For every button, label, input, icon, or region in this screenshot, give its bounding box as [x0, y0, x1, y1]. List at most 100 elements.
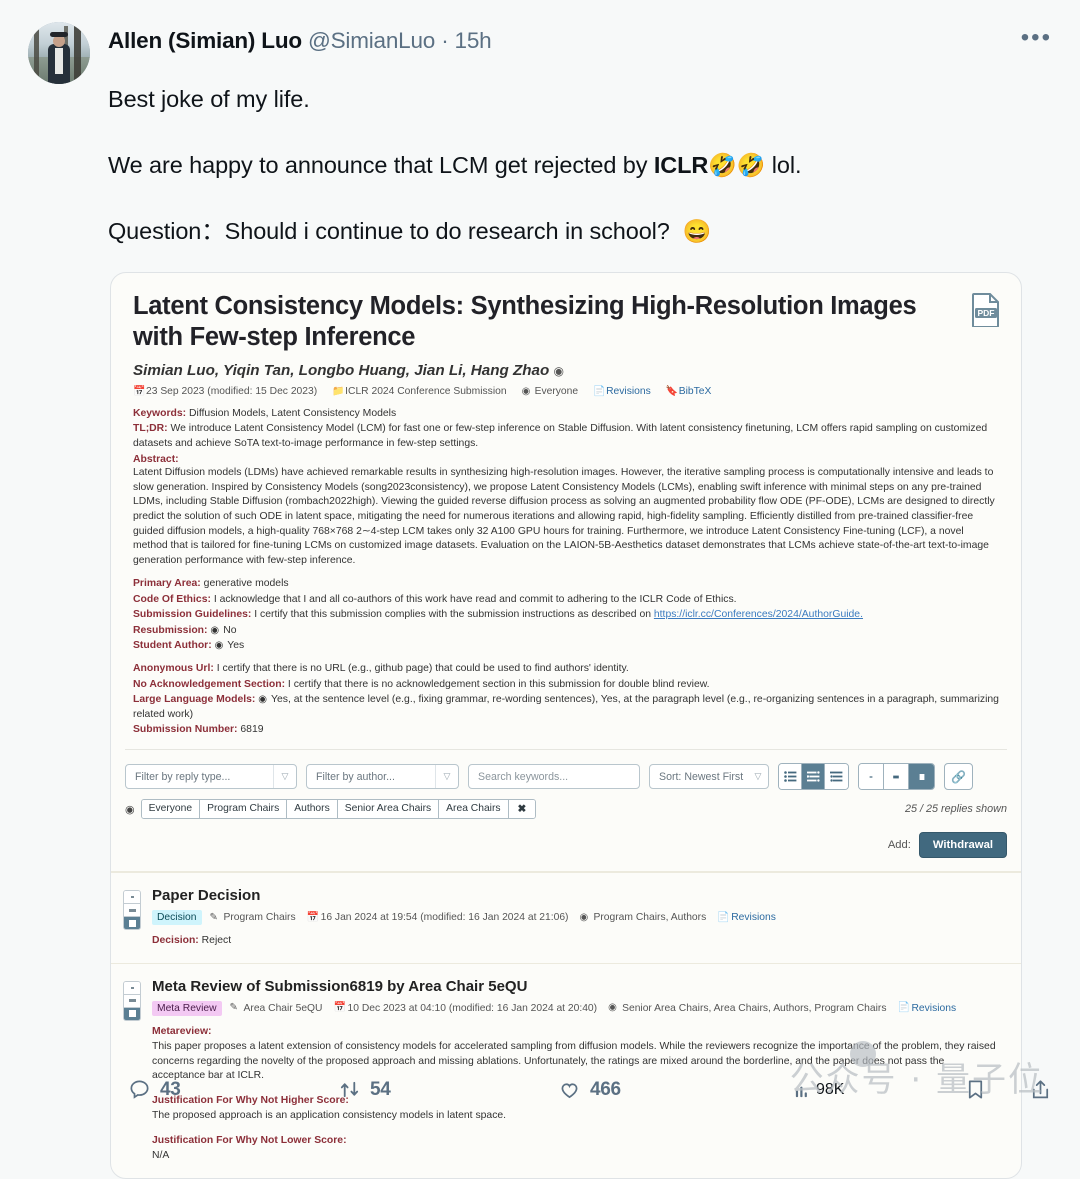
field-tldr-value: We introduce Latent Consistency Model (L…: [133, 423, 988, 449]
discussion-readers-text: Program Chairs, Authors: [593, 912, 707, 924]
withdrawal-button[interactable]: Withdrawal: [918, 832, 1007, 859]
chip-everyone[interactable]: Everyone: [141, 800, 201, 819]
paper-meta-line: 📅 23 Sep 2023 (modified: 15 Dec 2023) 📁 …: [133, 386, 999, 397]
discussion-revisions-link[interactable]: 📄 Revisions: [898, 1003, 957, 1014]
thread-level-1-button[interactable]: [124, 891, 140, 905]
avatar[interactable]: [28, 22, 90, 84]
filter-reply-type-select[interactable]: Filter by reply type... ▽: [125, 764, 297, 790]
paper-title[interactable]: Latent Consistency Models: Synthesizing …: [133, 291, 999, 353]
paper-bibtex-text: BibTeX: [678, 386, 712, 397]
list-threaded-view-button[interactable]: [825, 764, 848, 790]
sort-select[interactable]: Sort: Newest First ▽: [649, 764, 769, 790]
tweet-line-2-bold: ICLR: [653, 152, 709, 178]
eye-icon: ◉: [579, 911, 589, 923]
discussion-revisions-link[interactable]: 📄 Revisions: [717, 912, 776, 923]
grin-emoji: 😄: [682, 218, 712, 244]
paper-authors: Simian Luo, Yiqin Tan, Longbo Huang, Jia…: [133, 362, 999, 379]
abstract-text: Latent Diffusion models (LDMs) have achi…: [133, 467, 995, 566]
author-guide-link[interactable]: https://iclr.cc/Conferences/2024/AuthorG…: [654, 609, 863, 620]
tweet-card: Allen (Simian) Luo @SimianLuo · 15h ••• …: [0, 0, 1080, 1179]
calendar-icon: 📅: [306, 911, 320, 923]
pencil-icon: ✎: [229, 1002, 238, 1014]
tweet-timestamp[interactable]: 15h: [455, 28, 492, 53]
discussion-section-label: Decision:: [152, 935, 199, 947]
field-no-acknowledgement-key: No Acknowledgement Section:: [133, 678, 286, 690]
thread-level-2-button[interactable]: [124, 904, 140, 918]
thread-level-1-button[interactable]: [124, 981, 140, 995]
field-resubmission: Resubmission: ◉ No: [133, 624, 999, 638]
filter-author-select[interactable]: Filter by author... ▽: [306, 764, 459, 790]
heart-icon: [561, 1083, 578, 1099]
discussion-item-body: Paper Decision Decision ✎ Program Chairs…: [152, 887, 999, 948]
thread-level-3-button[interactable]: [124, 917, 140, 930]
permalink-icon[interactable]: 🔗: [944, 763, 973, 791]
bookmark-action[interactable]: [964, 1078, 987, 1101]
views-action[interactable]: 98K: [793, 1078, 844, 1101]
retweet-action[interactable]: 54: [338, 1078, 558, 1101]
chevron-down-icon: ▽: [281, 771, 289, 782]
reply-action[interactable]: 43: [128, 1078, 338, 1101]
bookmark-icon: [968, 1080, 983, 1099]
field-keywords: Keywords: Diffusion Models, Latent Consi…: [133, 407, 999, 421]
filter-author-label: Filter by author...: [316, 770, 395, 783]
discussion-date: 📅 16 Jan 2024 at 19:54 (modified: 16 Jan…: [307, 912, 569, 923]
thread-level-control[interactable]: [123, 890, 141, 931]
discussion-signature-text: Program Chairs: [223, 912, 296, 924]
discussion-title[interactable]: Meta Review of Submission6819 by Area Ch…: [152, 978, 999, 995]
field-keywords-key: Keywords:: [133, 408, 187, 419]
status-badge: Decision: [152, 910, 202, 926]
thread-level-control[interactable]: [123, 980, 141, 1021]
chip-senior-area-chairs[interactable]: Senior Area Chairs: [337, 800, 440, 819]
reply-icon: [130, 1080, 149, 1099]
field-student-author: Student Author: ◉ Yes: [133, 639, 999, 653]
analytics-icon: [795, 1086, 807, 1098]
discussion-section-text: The proposed approach is an application …: [152, 1110, 507, 1122]
chip-area-chairs[interactable]: Area Chairs: [439, 800, 509, 819]
discussion-item-meta-review[interactable]: Meta Review of Submission6819 by Area Ch…: [111, 962, 1021, 1178]
abstract-label: Abstract:: [133, 454, 179, 466]
list-flat-view-button[interactable]: [779, 764, 802, 790]
discussion-item-paper-decision[interactable]: Paper Decision Decision ✎ Program Chairs…: [111, 872, 1021, 962]
author-handle[interactable]: @SimianLuo: [308, 28, 435, 53]
field-large-language-models: Large Language Models: ◉ Yes, at the sen…: [133, 693, 999, 722]
more-options-icon[interactable]: •••: [1021, 26, 1052, 50]
pdf-icon[interactable]: PDF: [971, 293, 1001, 327]
list-nested-view-button[interactable]: [802, 764, 825, 790]
discussion-date: 📅 10 Dec 2023 at 04:10 (modified: 16 Jan…: [334, 1003, 598, 1014]
discussion-title[interactable]: Paper Decision: [152, 887, 999, 904]
sort-select-label: Sort: Newest First: [659, 770, 744, 783]
density-compact-button[interactable]: [859, 764, 884, 790]
discussion-signature-text: Area Chair 5eQU: [243, 1002, 323, 1014]
chip-authors[interactable]: Authors: [287, 800, 338, 819]
chevron-down-icon: ▽: [754, 771, 762, 782]
chip-program-chairs[interactable]: Program Chairs: [200, 800, 288, 819]
tweet-action-bar: 43 54 466 98K: [128, 1078, 1052, 1101]
paper-revisions-link[interactable]: 📄 Revisions: [593, 386, 651, 397]
author-line: Allen (Simian) Luo @SimianLuo · 15h: [108, 22, 1052, 54]
share-action[interactable]: [1029, 1078, 1052, 1101]
author-display-name[interactable]: Allen (Simian) Luo: [108, 28, 302, 53]
field-large-language-models-key: Large Language Models:: [133, 694, 256, 706]
search-keywords-input[interactable]: Search keywords...: [468, 764, 640, 790]
meta-separator: ·: [441, 28, 449, 53]
eye-icon: ◉: [521, 385, 531, 397]
like-action[interactable]: 466: [558, 1078, 793, 1101]
view-mode-button-group: [778, 763, 849, 791]
field-submission-number: Submission Number: 6819: [133, 723, 999, 737]
openreview-embed-card[interactable]: Latent Consistency Models: Synthesizing …: [110, 272, 1022, 1179]
discussion-readers-text: Senior Area Chairs, Area Chairs, Authors…: [622, 1002, 887, 1014]
density-medium-button[interactable]: [884, 764, 909, 790]
eye-icon: ◉: [214, 640, 224, 651]
thread-level-3-button[interactable]: [124, 1007, 140, 1020]
thread-level-2-button[interactable]: [124, 994, 140, 1008]
field-no-acknowledgement: No Acknowledgement Section: I certify th…: [133, 678, 999, 692]
eye-icon: ◉: [210, 624, 220, 636]
svg-text:PDF: PDF: [978, 308, 995, 318]
tweet-header: Allen (Simian) Luo @SimianLuo · 15h: [28, 22, 1052, 84]
paper-bibtex-link[interactable]: 🔖 BibTeX: [666, 386, 712, 397]
density-expanded-button[interactable]: [909, 764, 934, 790]
revisions-icon: 📄: [593, 385, 606, 397]
clear-filters-icon[interactable]: ✖: [508, 800, 536, 819]
view-count: 98K: [816, 1080, 845, 1098]
discussion-section-label: Justification For Why Not Lower Score:: [152, 1135, 347, 1147]
